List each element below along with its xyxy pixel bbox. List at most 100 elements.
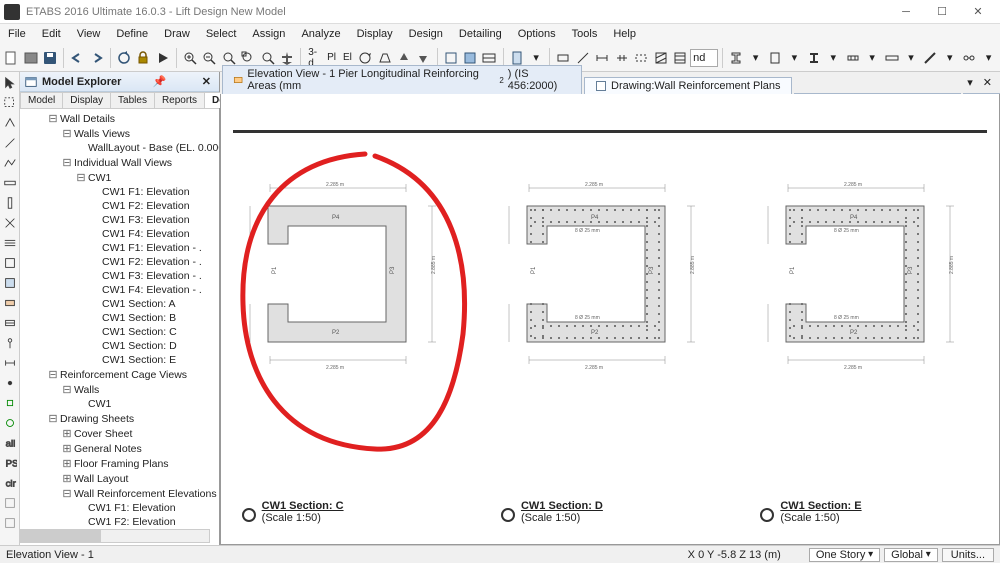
- i-sec-button[interactable]: [805, 47, 823, 69]
- brace-button[interactable]: [921, 47, 939, 69]
- hatch2-button[interactable]: [671, 47, 689, 69]
- tree-node[interactable]: WallLayout - Base (EL. 0.000: [20, 141, 219, 155]
- menu-detailing[interactable]: Detailing: [451, 26, 510, 42]
- draw-floor2-tool[interactable]: [1, 274, 19, 292]
- lock-button[interactable]: [134, 47, 152, 69]
- tree-node[interactable]: ⊞Wall Layout: [20, 471, 219, 486]
- menu-analyze[interactable]: Analyze: [293, 26, 348, 42]
- story-select[interactable]: One Story ▾: [809, 548, 880, 562]
- tree-node[interactable]: CW1 F4: Elevation - .: [20, 283, 219, 297]
- draw-floor-tool[interactable]: [1, 254, 19, 272]
- tree-node[interactable]: ⊟Walls Views: [20, 126, 219, 141]
- slab-sec-button[interactable]: [882, 47, 900, 69]
- misc-tool-2[interactable]: [1, 514, 19, 532]
- draw-beam-tool[interactable]: [1, 174, 19, 192]
- misc-tool-1[interactable]: [1, 494, 19, 512]
- tab-dropdown-icon[interactable]: ▾: [963, 76, 977, 89]
- dim-button[interactable]: [593, 47, 611, 69]
- tree-node[interactable]: CW1 F1: Elevation - .: [20, 241, 219, 255]
- tree-node[interactable]: ⊟CW1: [20, 170, 219, 185]
- open-wizard-button[interactable]: [21, 47, 39, 69]
- undo-button[interactable]: [68, 47, 86, 69]
- zoom-in-button[interactable]: [181, 47, 199, 69]
- link-button[interactable]: [960, 47, 978, 69]
- tree-node[interactable]: ⊟Reinforcement Cage Views: [20, 367, 219, 382]
- dim3-button[interactable]: [632, 47, 650, 69]
- redo-button[interactable]: [88, 47, 106, 69]
- tree-node[interactable]: CW1 F2: Elevation - .: [20, 255, 219, 269]
- view-plan-label[interactable]: Pl: [324, 52, 339, 63]
- menu-help[interactable]: Help: [605, 26, 644, 42]
- tree-node[interactable]: CW1 Section: C: [20, 325, 219, 339]
- view-elev-label[interactable]: El: [340, 52, 355, 63]
- tree-node[interactable]: CW1 F1: Elevation: [20, 501, 219, 515]
- slab-sec-dd[interactable]: ▾: [902, 47, 920, 69]
- tree-node[interactable]: ⊞Cover Sheet: [20, 426, 219, 441]
- draw-line-tool[interactable]: [1, 134, 19, 152]
- nd-input[interactable]: [690, 49, 718, 67]
- tree-node[interactable]: CW1 F2: Elevation: [20, 199, 219, 213]
- ibeam-button[interactable]: [727, 47, 745, 69]
- draw-wall-tool[interactable]: [1, 294, 19, 312]
- tree-node[interactable]: ⊟Individual Wall Views: [20, 155, 219, 170]
- draw-secbeam-tool[interactable]: [1, 234, 19, 252]
- wall-sec-dd[interactable]: ▾: [863, 47, 881, 69]
- refresh-button[interactable]: [115, 47, 133, 69]
- explorer-tree[interactable]: ⊟Wall Details⊟Walls ViewsWallLayout - Ba…: [20, 109, 219, 545]
- draw-wall2-tool[interactable]: [1, 314, 19, 332]
- draw-dim-tool[interactable]: [1, 354, 19, 372]
- menu-view[interactable]: View: [69, 26, 109, 42]
- minimize-button[interactable]: ─: [888, 0, 924, 24]
- tree-node[interactable]: ⊟Wall Reinforcement Elevations: [20, 486, 219, 501]
- rect-sec-button[interactable]: [766, 47, 784, 69]
- tree-node[interactable]: CW1 Section: A: [20, 297, 219, 311]
- reshape-tool[interactable]: [1, 114, 19, 132]
- brace-dd[interactable]: ▾: [941, 47, 959, 69]
- zoom-out-button[interactable]: [200, 47, 218, 69]
- tree-node[interactable]: ⊟Wall Details: [20, 111, 219, 126]
- select-tool[interactable]: [1, 94, 19, 112]
- tree-node[interactable]: ⊞General Notes: [20, 441, 219, 456]
- rect-sec-dd-button[interactable]: ▾: [785, 47, 803, 69]
- explorer-tab-model[interactable]: Model: [20, 92, 63, 108]
- all-select-tool[interactable]: all: [1, 434, 19, 452]
- menu-tools[interactable]: Tools: [564, 26, 606, 42]
- tree-node[interactable]: CW1 Section: D: [20, 339, 219, 353]
- tree-node[interactable]: CW1 F1: Elevation: [20, 185, 219, 199]
- menu-design[interactable]: Design: [401, 26, 451, 42]
- menu-display[interactable]: Display: [349, 26, 401, 42]
- pin-icon[interactable]: 📌: [149, 75, 171, 88]
- pointer-tool[interactable]: [1, 74, 19, 92]
- close-button[interactable]: ✕: [960, 0, 996, 24]
- snap-tool[interactable]: [1, 394, 19, 412]
- snap2-tool[interactable]: [1, 414, 19, 432]
- tab-drawing-wall-reinf[interactable]: Drawing:Wall Reinforcement Plans: [584, 77, 792, 94]
- i-sec-dd-button[interactable]: ▾: [824, 47, 842, 69]
- draw-column-tool[interactable]: [1, 194, 19, 212]
- tab-elevation-view[interactable]: Elevation View - 1 Pier Longitudinal Rei…: [222, 65, 582, 94]
- tree-node[interactable]: CW1: [20, 397, 219, 411]
- tree-node[interactable]: CW1 F3: Elevation: [20, 213, 219, 227]
- run-button[interactable]: [154, 47, 172, 69]
- hatch-button[interactable]: [651, 47, 669, 69]
- link-dd[interactable]: ▾: [979, 47, 997, 69]
- clear-select-tool[interactable]: clr: [1, 474, 19, 492]
- dim2-button[interactable]: [612, 47, 630, 69]
- menu-file[interactable]: File: [0, 26, 34, 42]
- draw-polyline-tool[interactable]: [1, 154, 19, 172]
- tree-node[interactable]: CW1 Section: E: [20, 353, 219, 367]
- explorer-hscroll[interactable]: [20, 529, 210, 543]
- drawing-canvas[interactable]: 2.285 m 2.885 m 2.285 m P4 P1 P3 P2 CW1 …: [220, 94, 1000, 545]
- prev-select-tool[interactable]: PS: [1, 454, 19, 472]
- model-explorer-header[interactable]: Model Explorer 📌 ✕: [20, 72, 219, 92]
- menu-select[interactable]: Select: [198, 26, 245, 42]
- maximize-button[interactable]: ☐: [924, 0, 960, 24]
- new-button[interactable]: [2, 47, 20, 69]
- col-button[interactable]: ▾: [746, 47, 764, 69]
- tree-node[interactable]: CW1 F3: Elevation - .: [20, 269, 219, 283]
- draw-joints-tool[interactable]: [1, 374, 19, 392]
- tree-node[interactable]: CW1 F4: Elevation: [20, 227, 219, 241]
- menu-draw[interactable]: Draw: [156, 26, 198, 42]
- draw-grids-tool[interactable]: [1, 334, 19, 352]
- save-button[interactable]: [41, 47, 59, 69]
